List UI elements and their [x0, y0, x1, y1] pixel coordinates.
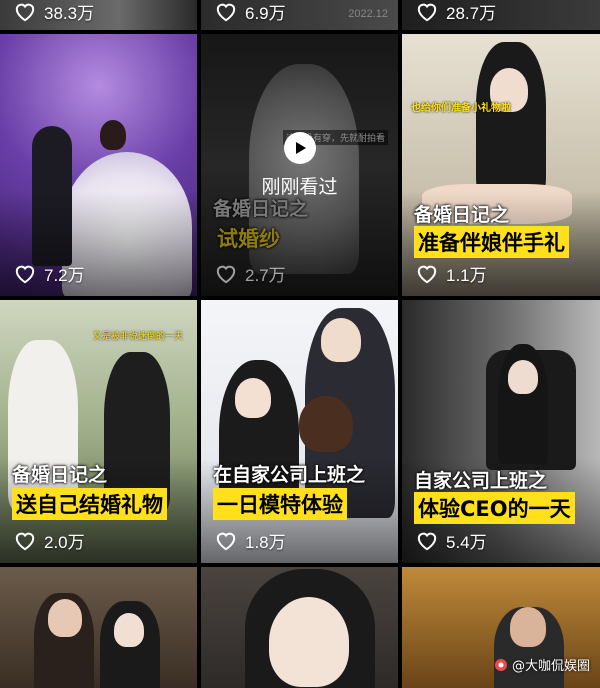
recently-watched-label: 刚刚看过 — [261, 176, 338, 198]
caption-top: 备婚日记之 — [414, 204, 510, 226]
date-stamp: 2022.12 — [348, 8, 388, 20]
logo-icon — [494, 658, 507, 671]
like-count: 38.3万 — [14, 0, 94, 24]
man-face — [510, 607, 546, 647]
video-tile[interactable] — [201, 567, 398, 688]
overlay-note: 也给你们准备小礼物啦 — [411, 103, 511, 114]
caption-bottom: 体验CEO的一天 — [414, 492, 575, 524]
like-count-text: 5.4万 — [446, 533, 487, 552]
video-tile[interactable]: 自家公司上班之 体验CEO的一天 5.4万 — [402, 300, 600, 563]
heart-icon — [417, 3, 437, 21]
bride-head — [100, 120, 126, 150]
video-tile-watched[interactable]: 这个没有穿，先就耐拍看 备婚日记之 试婚纱 刚刚看过 2.7万 — [201, 34, 398, 296]
play-icon — [296, 142, 306, 154]
heart-icon — [417, 532, 437, 550]
dog-figure — [299, 396, 353, 452]
like-count-text: 7.2万 — [44, 266, 85, 285]
heart-icon — [15, 265, 35, 283]
video-thumbnail — [0, 567, 197, 688]
like-count: 6.9万 — [215, 0, 286, 24]
video-tile[interactable]: 38.3万 — [0, 0, 197, 30]
like-count: 2.7万 — [215, 261, 286, 286]
man-face — [321, 318, 361, 362]
woman-face — [508, 360, 538, 394]
like-count: 1.8万 — [215, 528, 286, 553]
woman-face — [114, 613, 144, 647]
woman-face — [235, 378, 271, 418]
woman-figure — [476, 42, 546, 202]
like-count-text: 6.9万 — [245, 4, 286, 23]
caption-top: 备婚日记之 — [12, 464, 108, 486]
woman-face — [269, 597, 349, 687]
like-count-text: 1.8万 — [245, 533, 286, 552]
video-tile[interactable]: @大咖侃娱圈 — [402, 567, 600, 688]
heart-icon — [216, 3, 236, 21]
like-count: 28.7万 — [416, 0, 496, 24]
video-tile[interactable]: 2022.12 6.9万 — [201, 0, 398, 30]
overlay-note: 又是被非说迷倒的一天 — [93, 332, 184, 342]
video-tile[interactable]: 在自家公司上班之 一日模特体验 1.8万 — [201, 300, 398, 563]
caption-top: 在自家公司上班之 — [213, 464, 366, 486]
video-tile[interactable]: 又是被非说迷倒的一天 备婚日记之 送自己结婚礼物 2.0万 — [0, 300, 197, 563]
video-tile[interactable]: 也给你们准备小礼物啦 备婚日记之 准备伴娘伴手礼 1.1万 — [402, 34, 600, 296]
video-tile[interactable]: 7.2万 — [0, 34, 197, 296]
heart-icon — [216, 532, 236, 550]
video-grid: 38.3万 2022.12 6.9万 28.7万 7.2万 这个没有穿，先就耐拍… — [0, 0, 600, 688]
watched-overlay — [201, 34, 398, 296]
watermark-text: @大咖侃娱圈 — [511, 659, 590, 674]
caption-bottom: 准备伴娘伴手礼 — [414, 226, 569, 258]
caption-top: 自家公司上班之 — [414, 470, 548, 492]
caption-bottom: 送自己结婚礼物 — [12, 488, 167, 520]
like-count-text: 2.0万 — [44, 533, 85, 552]
caption-bottom: 一日模特体验 — [213, 488, 347, 520]
like-count-text: 2.7万 — [245, 266, 286, 285]
like-count: 2.0万 — [14, 528, 85, 553]
heart-icon — [15, 532, 35, 550]
like-count-text: 28.7万 — [446, 4, 497, 23]
like-count: 5.4万 — [416, 528, 487, 553]
play-button[interactable] — [284, 132, 316, 164]
man-face — [48, 599, 82, 637]
heart-icon — [15, 3, 35, 21]
video-tile[interactable]: 28.7万 — [402, 0, 600, 30]
heart-icon — [417, 265, 437, 283]
like-count-text: 1.1万 — [446, 266, 487, 285]
video-tile[interactable] — [0, 567, 197, 688]
like-count: 7.2万 — [14, 261, 85, 286]
like-count-text: 38.3万 — [44, 4, 95, 23]
watermark: @大咖侃娱圈 — [494, 655, 590, 674]
like-count: 1.1万 — [416, 261, 487, 286]
heart-icon — [216, 265, 236, 283]
